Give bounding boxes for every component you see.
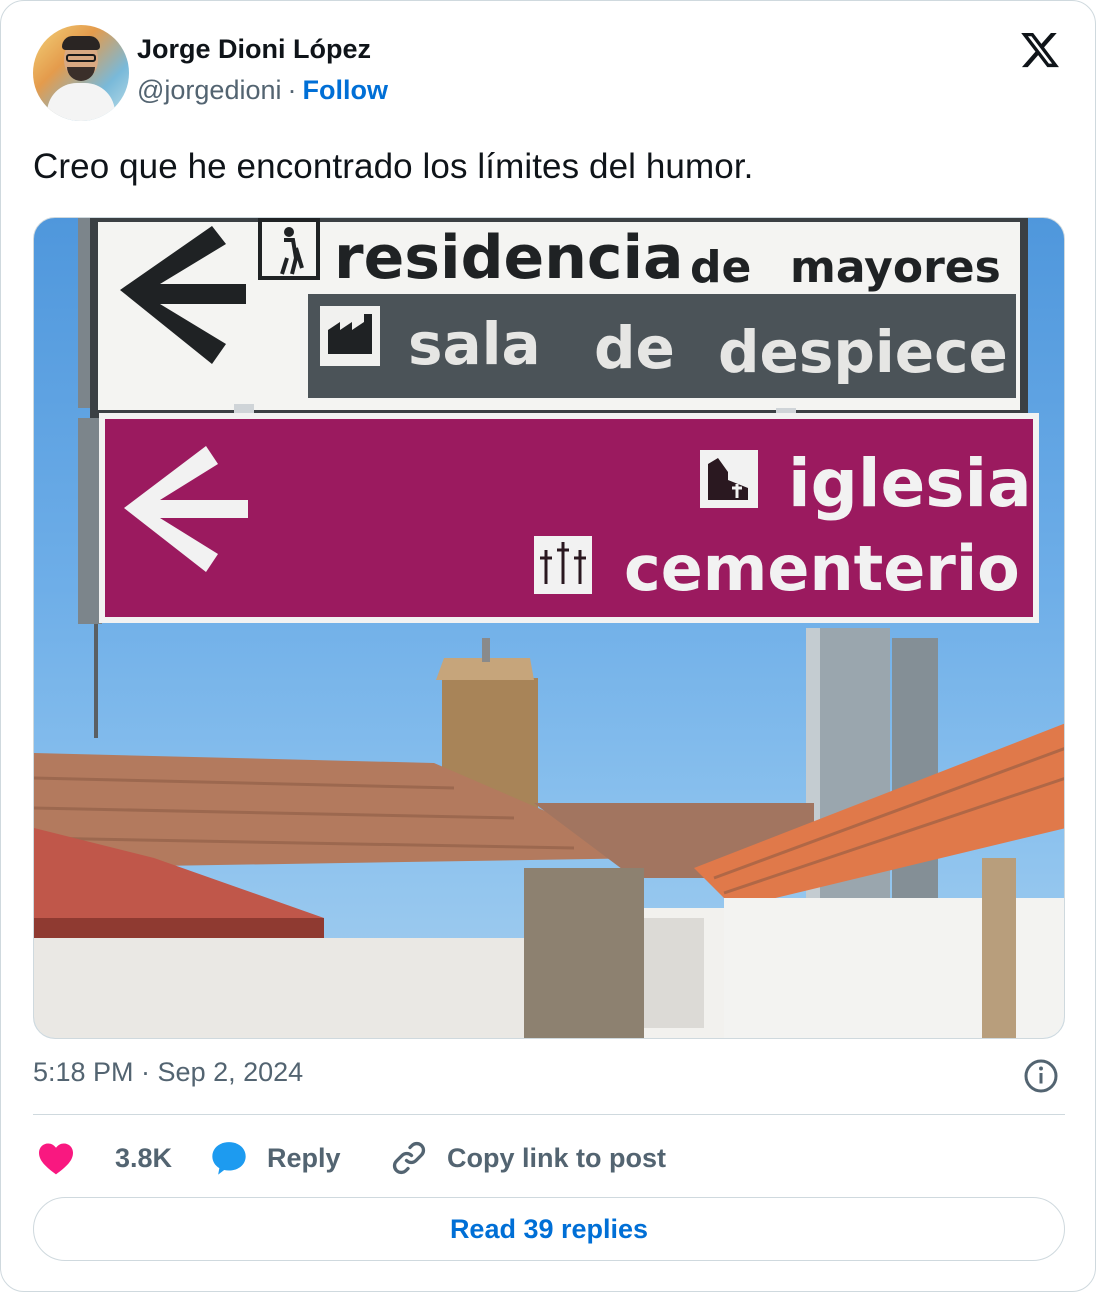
- heart-icon: [39, 1143, 73, 1175]
- follow-button[interactable]: Follow: [303, 75, 388, 105]
- word-iglesia: iglesia: [788, 445, 1032, 522]
- like-button[interactable]: 3.8K: [37, 1137, 172, 1179]
- footer-divider: [33, 1114, 1065, 1115]
- copy-link-button[interactable]: Copy link to post: [389, 1137, 666, 1179]
- info-icon[interactable]: [1023, 1058, 1059, 1094]
- word-cementerio: cementerio: [624, 532, 1020, 605]
- avatar-beard: [67, 67, 95, 81]
- read-replies-button[interactable]: Read 39 replies: [33, 1197, 1065, 1261]
- avatar-hair: [62, 36, 100, 50]
- word-mayores: mayores: [790, 242, 1001, 293]
- word-de-1: de: [690, 242, 751, 293]
- white-wall-left: [34, 938, 534, 1038]
- word-sala: sala: [408, 310, 541, 378]
- x-logo-icon[interactable]: [1016, 29, 1064, 71]
- read-replies-label: Read 39 replies: [449, 1213, 649, 1244]
- author-handle-row: @jorgedioni · Follow: [137, 75, 388, 106]
- handle-separator: ·: [287, 75, 297, 105]
- stone-wall: [524, 868, 644, 1038]
- tweet-photo[interactable]: residencia de mayores sala de despiece i…: [33, 217, 1065, 1039]
- reply-label: Reply: [267, 1142, 341, 1173]
- word-despiece: despiece: [718, 318, 1008, 386]
- awning-edge: [34, 918, 324, 938]
- avatar-shirt: [47, 83, 115, 121]
- author-name[interactable]: Jorge Dioni López: [137, 34, 371, 65]
- copy-link-label: Copy link to post: [447, 1142, 666, 1173]
- like-count: 3.8K: [115, 1142, 173, 1173]
- speech-bubble-icon: [212, 1142, 246, 1175]
- author-handle[interactable]: @jorgedioni: [137, 75, 282, 105]
- word-residencia: residencia: [334, 223, 684, 293]
- word-de-2: de: [594, 314, 675, 382]
- reply-button[interactable]: Reply: [209, 1137, 341, 1179]
- brick-column: [982, 858, 1016, 1038]
- avatar-glasses: [66, 54, 96, 62]
- sign-frame-left-2: [78, 418, 102, 624]
- shutter: [644, 918, 704, 1028]
- wire-pole: [94, 618, 98, 738]
- tweet-embed-card: Jorge Dioni López @jorgedioni · Follow Cre…: [0, 0, 1096, 1292]
- photo-scene: residencia de mayores sala de despiece i…: [34, 218, 1064, 1038]
- tweet-text: Creo que he encontrado los límites del h…: [33, 147, 754, 186]
- tweet-timestamp[interactable]: 5:18 PM · Sep 2, 2024: [33, 1057, 303, 1088]
- avatar[interactable]: [33, 25, 129, 121]
- link-icon: [392, 1141, 426, 1175]
- chimney-vent: [482, 638, 490, 662]
